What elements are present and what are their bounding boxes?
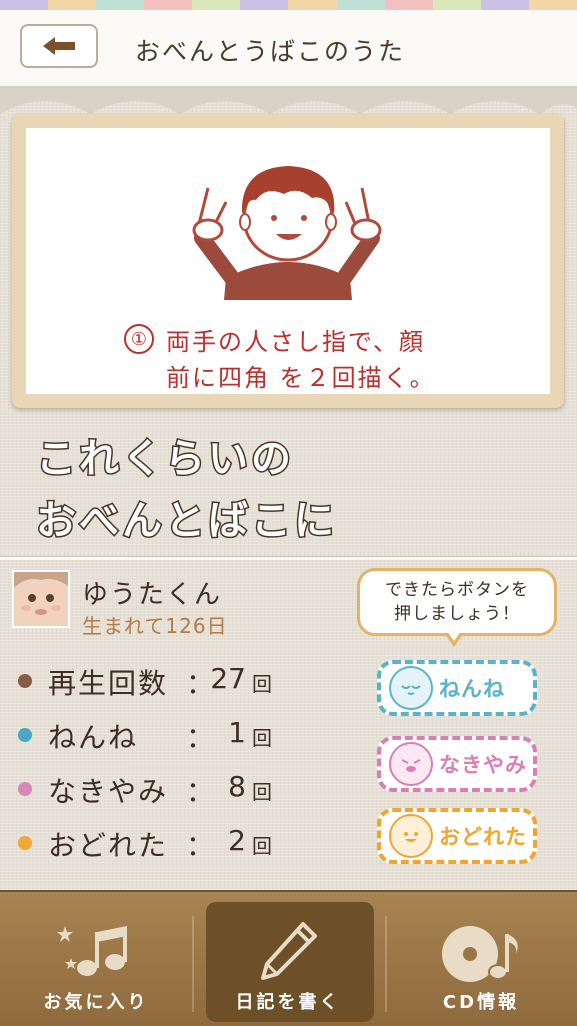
favorite-notes-icon (57, 926, 127, 976)
stat-colon: ： (186, 721, 215, 754)
scallop-decoration (0, 88, 577, 114)
step-number: ① (124, 324, 154, 354)
child-name: ゆうたくん (82, 580, 223, 610)
sleep-button[interactable]: ねんね (377, 660, 537, 716)
pencil-icon (261, 922, 317, 980)
stat-value: 8 (228, 770, 246, 803)
lyric-line-1: これくらいの (35, 435, 294, 484)
bottom-tab-bar: お気に入り 日記を書く CD情報 (0, 890, 577, 1026)
instruction-card: ① 両手の人さし指で、顔 前に四角 を２回描く。 (12, 114, 564, 408)
stat-label: ねんね (48, 721, 139, 754)
crying-baby-icon (389, 742, 433, 786)
instruction-illustration: ① 両手の人さし指で、顔 前に四角 を２回描く。 (26, 128, 550, 394)
instruction-line-2: 前に四角 を２回描く。 (166, 364, 436, 392)
hint-line-2: 押しましょう！ (394, 604, 520, 624)
baby-photo (14, 572, 68, 626)
stat-dot (18, 836, 32, 850)
stat-unit: 回 (252, 726, 272, 750)
stat-row-sleep: ねんね ： 1 回 (18, 714, 308, 754)
stat-unit: 回 (252, 834, 272, 858)
stat-unit: 回 (252, 672, 272, 696)
child-pointing-illustration (192, 166, 382, 300)
hint-line-1: できたらボタンを (385, 580, 529, 600)
avatar[interactable] (12, 570, 70, 628)
stat-dot (18, 728, 32, 742)
tab-write-diary[interactable]: 日記を書く (192, 892, 384, 1026)
danced-button-label: おどれた (439, 825, 527, 849)
stat-row-stop-crying: なきやみ ： 8 回 (18, 768, 308, 808)
stat-value: 27 (210, 662, 246, 695)
tab-favorites-label: お気に入り (43, 992, 149, 1013)
stat-colon: ： (186, 829, 215, 862)
stop-crying-button[interactable]: なきやみ (377, 736, 537, 792)
sleep-button-label: ねんね (439, 677, 505, 701)
stat-value: 2 (228, 824, 246, 857)
back-arrow-icon (43, 37, 75, 55)
instruction-line-1: 両手の人さし指で、顔 (166, 328, 426, 356)
stat-label: 再生回数 (48, 667, 169, 700)
dancing-baby-icon (389, 814, 433, 858)
stat-unit: 回 (252, 780, 272, 804)
header-bar: おべんとうばこのうた (0, 10, 577, 88)
stat-row-plays: 再生回数 ： 27 回 (18, 660, 308, 700)
danced-button[interactable]: おどれた (377, 808, 537, 864)
child-age: 生まれて126日 (82, 614, 228, 638)
stat-row-danced: おどれた ： 2 回 (18, 822, 308, 862)
tab-write-diary-label: 日記を書く (235, 992, 341, 1013)
decorative-strip (0, 0, 577, 10)
stat-label: おどれた (48, 829, 169, 862)
stat-dot (18, 674, 32, 688)
page-title: おべんとうばこのうた (135, 37, 406, 66)
lyric-line-2: おべんとばこに (35, 497, 337, 546)
back-button[interactable] (20, 24, 98, 68)
hint-bubble: できたらボタンを 押しましょう！ (357, 568, 557, 636)
hint-bubble-tail-inner (447, 631, 461, 641)
cd-icon (442, 926, 518, 982)
tab-favorites[interactable]: お気に入り (0, 892, 192, 1026)
tab-cd-info-label: CD情報 (442, 992, 520, 1013)
tab-cd-info[interactable]: CD情報 (385, 892, 577, 1026)
stat-colon: ： (186, 775, 215, 808)
stat-dot (18, 782, 32, 796)
sleeping-baby-icon (389, 666, 433, 710)
stop-crying-button-label: なきやみ (439, 753, 527, 777)
section-divider (0, 556, 577, 560)
stat-label: なきやみ (48, 775, 169, 808)
stat-value: 1 (228, 716, 246, 749)
